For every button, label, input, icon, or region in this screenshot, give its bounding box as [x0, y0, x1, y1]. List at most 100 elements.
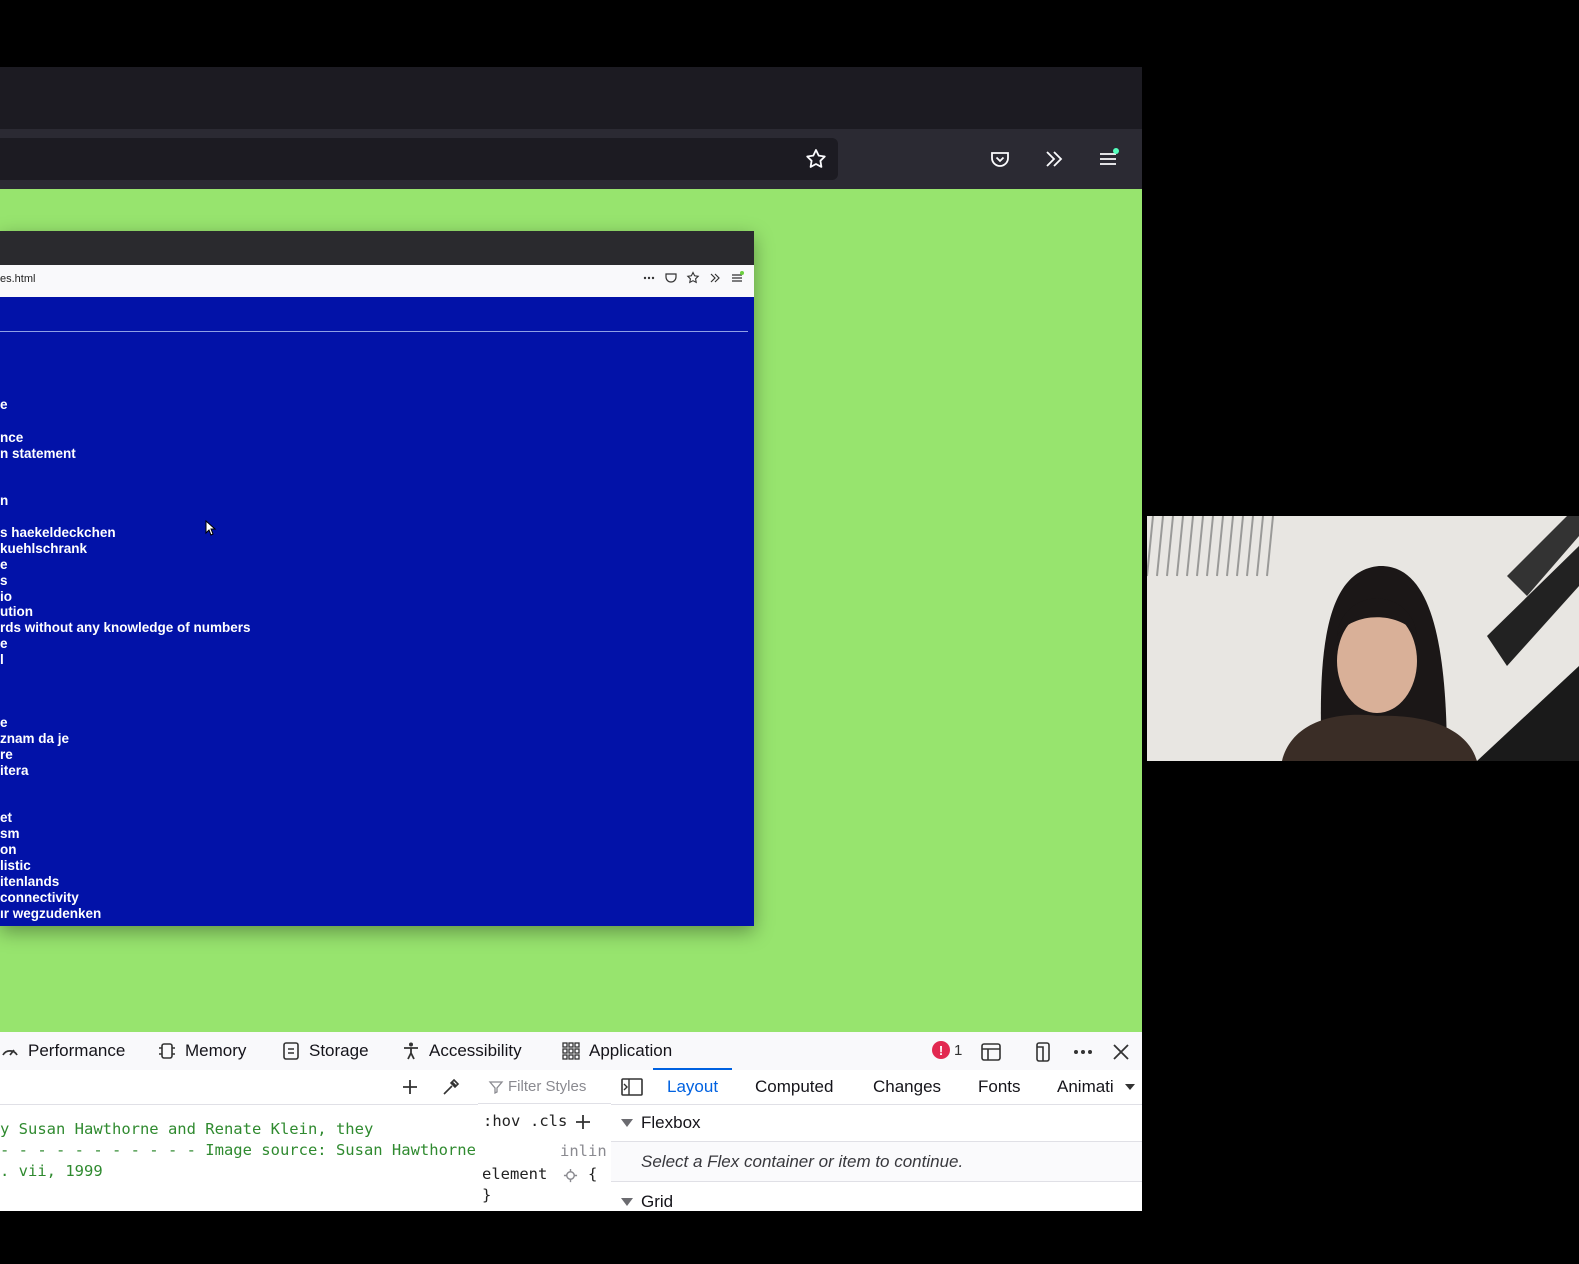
page-link-line[interactable]: e: [0, 397, 8, 413]
page-link-line[interactable]: io: [0, 589, 12, 605]
close-brace: }: [482, 1186, 492, 1204]
add-rule-icon[interactable]: [574, 1113, 592, 1131]
grid-section-header[interactable]: Grid: [611, 1183, 1142, 1211]
page-link-line[interactable]: n: [0, 493, 8, 509]
page-link-line[interactable]: s haekeldeckchen: [0, 525, 116, 541]
nav-toolbar: [0, 129, 1142, 189]
inspector-markup-pane: y Susan Hawthorne and Renate Klein, they…: [0, 1070, 479, 1211]
tab-changes[interactable]: Changes: [873, 1070, 941, 1104]
tab-memory[interactable]: Memory: [157, 1032, 246, 1070]
inline-source: inlin: [560, 1142, 607, 1160]
page-link-line[interactable]: connectivity: [0, 890, 79, 906]
page-link-line[interactable]: s: [0, 573, 8, 589]
page-link-line[interactable]: itenlands: [0, 874, 59, 890]
responsive-design-icon[interactable]: [1032, 1041, 1054, 1063]
page-link-line[interactable]: re: [0, 747, 13, 763]
inner-url-text: es.html: [0, 273, 36, 285]
tab-memory-label: Memory: [185, 1041, 247, 1060]
tab-layout[interactable]: Layout: [652, 1068, 733, 1104]
tab-performance[interactable]: Performance: [0, 1032, 125, 1070]
app-menu-icon[interactable]: [1094, 145, 1122, 173]
cls-toggle[interactable]: .cls: [530, 1112, 567, 1130]
page-link-line[interactable]: e: [0, 557, 8, 573]
grid-title: Grid: [641, 1191, 674, 1211]
tab-storage[interactable]: Storage: [281, 1032, 369, 1070]
tab-computed[interactable]: Computed: [755, 1070, 833, 1104]
page-content: es.html e nce n statement n s haekeldeckchen…: [0, 189, 1142, 1032]
inner-menu-icon: [732, 271, 744, 282]
page-link-line[interactable]: rds without any knowledge of numbers: [0, 620, 251, 636]
devtools-toolbar: Performance Memory Storage Accessibility…: [0, 1032, 1142, 1071]
inner-pocket-icon: [665, 273, 677, 283]
filter-styles-placeholder: Filter Styles: [508, 1078, 587, 1095]
flexbox-title: Flexbox: [641, 1112, 701, 1132]
flexbox-section-header[interactable]: Flexbox: [611, 1104, 1142, 1142]
page-link-line[interactable]: znam da je: [0, 731, 69, 747]
inner-page-body: e nce n statement n s haekeldeckchen kuehlsch…: [0, 297, 754, 926]
gear-icon[interactable]: [563, 1168, 578, 1183]
eyedropper-icon[interactable]: [441, 1077, 461, 1097]
page-link-line[interactable]: sm: [0, 826, 20, 842]
open-brace: {: [588, 1165, 598, 1183]
page-link-line[interactable]: et: [0, 810, 12, 826]
page-link-line[interactable]: on: [0, 842, 17, 858]
markup-text-line: . vii, 1999: [0, 1162, 103, 1180]
element-selector: element: [482, 1165, 548, 1183]
filter-icon: [488, 1080, 504, 1094]
tab-fonts[interactable]: Fonts: [978, 1070, 1021, 1104]
overflow-chevron-icon[interactable]: [1040, 145, 1068, 173]
tabs-dropdown-icon[interactable]: [1125, 1084, 1135, 1090]
page-link-line[interactable]: nce: [0, 430, 23, 446]
inner-star-icon: [686, 271, 700, 284]
application-grid-icon: [562, 1042, 580, 1060]
dock-layout-icon[interactable]: [980, 1041, 1002, 1063]
tab-animations[interactable]: Animati: [1057, 1070, 1114, 1104]
filter-styles-input[interactable]: Filter Styles: [478, 1070, 611, 1104]
devtools-panel: Performance Memory Storage Accessibility…: [0, 1032, 1142, 1211]
webcam-person-image: [1147, 516, 1579, 761]
error-counter[interactable]: ! 1: [932, 1041, 962, 1059]
horizontal-rule: [0, 331, 748, 332]
bookmark-star-icon[interactable]: [802, 145, 830, 173]
embedded-browser-screenshot: es.html e nce n statement n s haekeldeckchen…: [0, 231, 754, 926]
flexbox-expand-icon: [621, 1118, 633, 1127]
memory-icon: [159, 1043, 175, 1059]
markup-text-line: y Susan Hawthorne and Renate Klein, they: [0, 1120, 374, 1138]
page-link-line[interactable]: listic: [0, 858, 31, 874]
page-link-line[interactable]: itera: [0, 763, 29, 779]
page-link-line[interactable]: l: [0, 652, 4, 668]
more-options-icon[interactable]: [1072, 1041, 1094, 1063]
flexbox-message: Select a Flex container or item to conti…: [611, 1142, 1142, 1182]
inner-chevron-icon: [710, 273, 720, 283]
layout-sidebar: Layout Computed Changes Fonts Animati Fl…: [611, 1068, 1142, 1211]
tab-performance-label: Performance: [28, 1041, 126, 1060]
page-link-line[interactable]: kuehlschrank: [0, 541, 87, 557]
page-link-line[interactable]: e: [0, 715, 8, 731]
markup-toolbar: [0, 1070, 478, 1105]
grid-expand-icon: [621, 1197, 633, 1206]
tab-accessibility-label: Accessibility: [429, 1041, 522, 1060]
page-link-line[interactable]: n statement: [0, 446, 76, 462]
accessibility-icon: [404, 1042, 418, 1060]
inner-tab-strip: [0, 231, 754, 265]
toggle-sidebar-icon[interactable]: [621, 1077, 643, 1097]
hov-toggle[interactable]: :hov: [483, 1112, 520, 1130]
inner-more-icon: [643, 276, 655, 280]
page-link-line[interactable]: ır wegzudenken: [0, 906, 101, 922]
rules-pane: Filter Styles :hov .cls inlin element { …: [478, 1070, 612, 1211]
tab-application-label: Application: [589, 1041, 673, 1060]
close-icon[interactable]: [1110, 1041, 1132, 1063]
markup-text-line: - - - - - - - - - - - Image source: Susa…: [0, 1141, 476, 1159]
url-bar[interactable]: [0, 138, 838, 180]
page-link-line[interactable]: ution: [0, 604, 33, 620]
webcam-video-feed: [1147, 516, 1579, 761]
pocket-icon[interactable]: [986, 145, 1014, 173]
tab-application[interactable]: Application: [561, 1032, 672, 1070]
sidebar-tabs: Layout Computed Changes Fonts Animati: [611, 1068, 1142, 1105]
tab-accessibility[interactable]: Accessibility: [401, 1032, 522, 1070]
add-node-icon[interactable]: [400, 1077, 420, 1097]
page-link-line[interactable]: e: [0, 636, 8, 652]
inner-nav-bar: es.html: [0, 265, 754, 298]
browser-window: es.html e nce n statement n s haekeldeckchen…: [0, 67, 1142, 1211]
error-icon: !: [932, 1041, 950, 1059]
